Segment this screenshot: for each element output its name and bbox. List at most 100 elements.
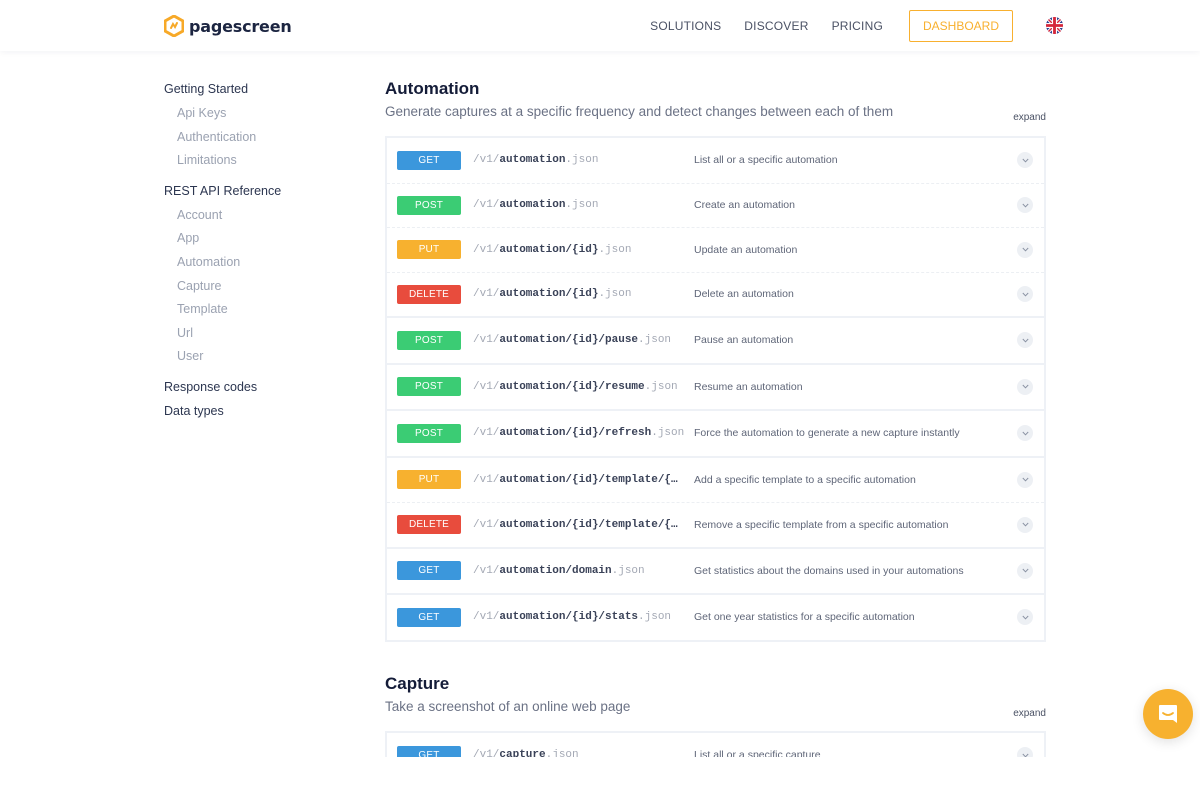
chevron-down-icon[interactable]: [1017, 378, 1033, 395]
nav-pricing[interactable]: PRICING: [832, 19, 883, 33]
endpoint-row[interactable]: POST/v1/automation/{id}/refresh.json Forc…: [387, 411, 1044, 456]
sidebar-item-capture[interactable]: Capture: [164, 277, 344, 301]
sidebar-item-app[interactable]: App: [164, 229, 344, 253]
endpoint-list: GET/v1/automation.json List all or a spec…: [385, 136, 1046, 642]
sidebar-item-template[interactable]: Template: [164, 300, 344, 324]
path-prefix: /v1/: [473, 427, 500, 440]
endpoint-row[interactable]: POST/v1/automation.json Create an automat…: [387, 182, 1044, 228]
path-resource: automation/{id}: [499, 243, 599, 256]
chevron-down-icon[interactable]: [1017, 516, 1033, 533]
path-prefix: /v1/: [473, 611, 500, 624]
endpoint-summary: Update an automation: [694, 243, 798, 256]
endpoint-summary: Resume an automation: [694, 380, 803, 393]
dashboard-button[interactable]: DASHBOARD: [908, 9, 1013, 42]
endpoint-path: /v1/automation/domain.json: [473, 565, 691, 577]
chevron-down-icon[interactable]: [1017, 425, 1033, 442]
sidebar-item-account[interactable]: Account: [164, 206, 344, 230]
path-prefix: /v1/: [473, 288, 500, 301]
method-badge-delete: DELETE: [397, 515, 461, 535]
endpoint-path: /v1/automation/{id}/template/{…: [473, 519, 691, 531]
expand-link[interactable]: expand: [1013, 112, 1046, 123]
endpoint-group: PUT/v1/automation/{id}/template/{… Add a …: [387, 457, 1044, 547]
endpoint-summary: Delete an automation: [694, 288, 794, 301]
endpoint-path: /v1/automation/{id}/stats.json: [473, 611, 691, 623]
nav-discover[interactable]: DISCOVER: [744, 19, 808, 33]
method-badge-get: GET: [397, 150, 461, 170]
endpoint-summary: Pause an automation: [694, 334, 794, 347]
method-badge-delete: DELETE: [397, 284, 461, 304]
main-nav: SOLUTIONS DISCOVER PRICING DASHBOARD: [650, 0, 1200, 51]
endpoint-row[interactable]: GET/v1/automation.json List all or a spec…: [387, 138, 1044, 183]
chevron-down-icon[interactable]: [1017, 562, 1033, 579]
path-suffix: .json: [638, 334, 672, 347]
sidebar-heading-data-types[interactable]: Data types: [164, 402, 344, 426]
path-resource: automation/{id}/resume: [499, 380, 645, 393]
endpoint-path: /v1/automation/{id}/template/{…: [473, 474, 691, 486]
section-title: Capture: [385, 674, 450, 693]
chevron-down-icon[interactable]: [1017, 471, 1033, 488]
endpoint-path: /v1/automation.json: [473, 199, 691, 211]
sidebar-heading-response-codes[interactable]: Response codes: [164, 378, 344, 402]
endpoint-row[interactable]: POST/v1/automation/{id}/pause.json Pause …: [387, 318, 1044, 363]
path-resource: automation: [499, 199, 566, 212]
sidebar-item-url[interactable]: Url: [164, 324, 344, 348]
path-suffix: .json: [598, 243, 632, 256]
endpoint-group: GET/v1/automation/{id}/stats.json Get one…: [387, 595, 1044, 640]
chat-icon: [1159, 705, 1177, 723]
endpoint-row[interactable]: GET/v1/automation/{id}/stats.json Get one…: [387, 595, 1044, 640]
chevron-down-icon[interactable]: [1017, 241, 1033, 258]
endpoint-path: /v1/automation.json: [473, 154, 691, 166]
endpoint-group: GET/v1/automation/domain.json Get statist…: [387, 548, 1044, 594]
path-resource: automation/{id}/template/{…: [499, 473, 678, 486]
sidebar-item-user[interactable]: User: [164, 347, 344, 371]
path-resource: automation/{id}/pause: [499, 334, 639, 347]
endpoint-group: POST/v1/automation/{id}/resume.json Resum…: [387, 364, 1044, 410]
nav-solutions[interactable]: SOLUTIONS: [650, 19, 721, 33]
sidebar-heading-getting-started[interactable]: Getting Started: [164, 80, 344, 104]
sidebar-item-authentication[interactable]: Authentication: [164, 128, 344, 152]
sidebar-item-limitations[interactable]: Limitations: [164, 151, 344, 175]
path-prefix: /v1/: [473, 334, 500, 347]
viewport-bottom: [0, 757, 1200, 800]
method-badge-post: POST: [397, 195, 461, 215]
chevron-down-icon[interactable]: [1017, 152, 1033, 169]
endpoint-summary: Create an automation: [694, 199, 795, 212]
path-resource: automation/{id}/refresh: [499, 427, 652, 440]
method-badge-post: POST: [397, 423, 461, 443]
sidebar-heading-rest-api[interactable]: REST API Reference: [164, 182, 344, 206]
endpoint-group: POST/v1/automation/{id}/refresh.json Forc…: [387, 411, 1044, 456]
method-badge-get: GET: [397, 561, 461, 581]
endpoint-group: GET/v1/automation.json List all or a spec…: [387, 138, 1044, 316]
expand-link[interactable]: expand: [1013, 708, 1046, 719]
chevron-down-icon[interactable]: [1017, 609, 1033, 626]
endpoint-row[interactable]: PUT/v1/automation/{id}.json Update an aut…: [387, 227, 1044, 272]
path-suffix: .json: [611, 564, 645, 577]
endpoint-path: /v1/automation/{id}.json: [473, 244, 691, 256]
path-resource: automation/domain: [499, 564, 612, 577]
logo[interactable]: pagescreen: [164, 15, 292, 37]
chat-button[interactable]: [1143, 689, 1193, 739]
path-prefix: /v1/: [473, 199, 500, 212]
sidebar-item-automation[interactable]: Automation: [164, 253, 344, 277]
endpoint-row[interactable]: DELETE/v1/automation/{id}/template/{… Rem…: [387, 502, 1044, 547]
endpoint-row[interactable]: DELETE/v1/automation/{id}.json Delete an …: [387, 271, 1044, 317]
chevron-down-icon[interactable]: [1017, 332, 1033, 349]
docs-sidebar: Getting Started Api Keys Authentication …: [164, 80, 344, 426]
path-suffix: .json: [651, 427, 685, 440]
sidebar-item-api-keys[interactable]: Api Keys: [164, 104, 344, 128]
endpoint-path: /v1/automation/{id}.json: [473, 288, 691, 300]
path-suffix: .json: [638, 611, 672, 624]
chevron-down-icon[interactable]: [1017, 197, 1033, 214]
path-suffix: .json: [565, 154, 599, 167]
uk-flag-icon[interactable]: [1046, 17, 1063, 34]
endpoint-row[interactable]: PUT/v1/automation/{id}/template/{… Add a …: [387, 458, 1044, 503]
endpoint-path: /v1/automation/{id}/refresh.json: [473, 427, 691, 439]
chevron-down-icon[interactable]: [1017, 286, 1033, 303]
method-badge-put: PUT: [397, 470, 461, 490]
path-suffix: .json: [644, 380, 678, 393]
automation-section: Automation Generate captures at a specif…: [385, 79, 1046, 642]
path-resource: automation/{id}/template/{…: [499, 518, 678, 531]
endpoint-row[interactable]: POST/v1/automation/{id}/resume.json Resum…: [387, 365, 1044, 410]
endpoint-row[interactable]: GET/v1/automation/domain.json Get statist…: [387, 549, 1044, 594]
path-resource: automation: [499, 154, 566, 167]
